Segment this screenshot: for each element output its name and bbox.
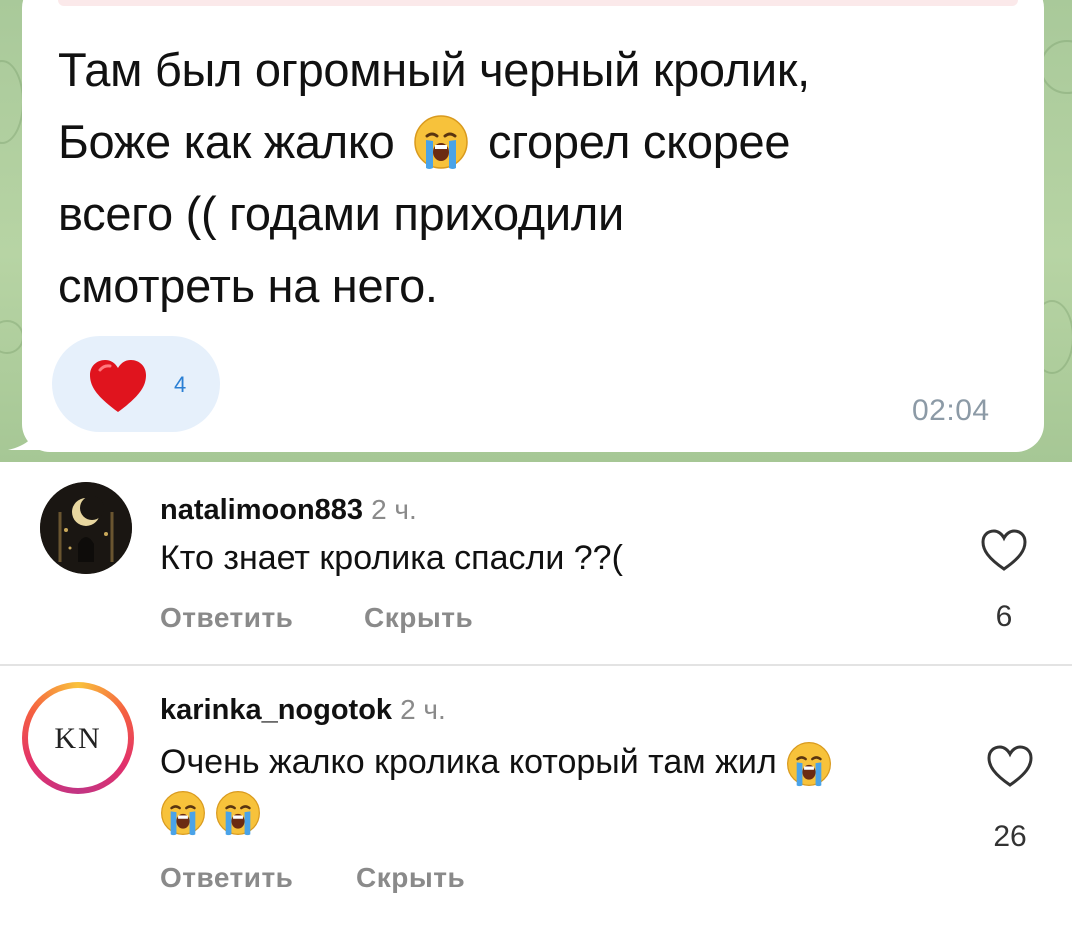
avatar-logo-text: KN [54,722,102,755]
reply-quote-bar[interactable] [58,0,1018,6]
loudly-crying-face-icon [787,742,832,787]
avatar[interactable]: KN [22,682,134,794]
loudly-crying-face-icon [161,791,205,836]
reply-button[interactable]: Ответить [160,602,293,634]
heart-outline-icon[interactable] [980,528,1028,572]
comment-username[interactable]: natalimoon883 2 ч. [160,494,417,527]
loudly-crying-face-icon [414,114,468,169]
message-text: Там был огромный черный кролик, Боже как… [58,34,1018,322]
like-count: 6 [995,600,1013,633]
comment-time: 2 ч. [371,494,417,525]
comment-divider [0,664,1072,666]
like-count: 26 [993,820,1027,853]
message-line: смотреть на него. [58,259,438,312]
comment-time: 2 ч. [400,694,446,725]
reaction-count: 4 [174,372,187,397]
message-line: Боже как жалко сгорел скорее [58,114,791,169]
moon-cat-avatar-icon [40,482,132,574]
comment-username[interactable]: karinka_nogotok 2 ч. [160,694,446,727]
avatar-inner: KN [28,688,128,788]
heart-outline-icon[interactable] [986,744,1034,788]
reply-button[interactable]: Ответить [160,862,293,894]
hide-button[interactable]: Скрыть [364,602,473,634]
message-time: 02:04 [912,394,990,427]
hide-button[interactable]: Скрыть [356,862,465,894]
loudly-crying-face-icon [216,791,261,836]
avatar[interactable] [40,482,132,574]
comment-text: Кто знает кролика спасли ??( [160,539,623,577]
message-line: всего (( годами приходили [58,187,624,240]
comment-text: Очень жалко кролика который там жил [160,738,960,836]
message-line: Там был огромный черный кролик, [58,43,810,96]
heart-reaction-chip[interactable] [52,336,220,432]
red-heart-icon [90,360,146,412]
